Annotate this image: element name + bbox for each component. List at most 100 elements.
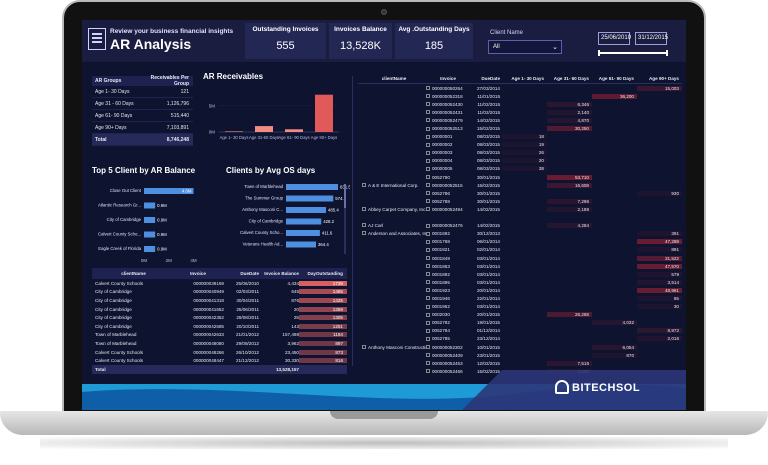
expand-icon[interactable]: [362, 223, 366, 228]
table-row[interactable]: 000000052430 11/02/2015 6,346: [358, 100, 682, 108]
expand-icon[interactable]: [426, 150, 430, 155]
table-row[interactable]: Calvert County Schools 000000048266 26/1…: [92, 348, 347, 357]
column-header[interactable]: DueDate: [224, 271, 259, 276]
expand-icon[interactable]: [362, 344, 366, 349]
expand-icon[interactable]: [426, 102, 430, 107]
expand-icon[interactable]: [426, 256, 430, 261]
expand-icon[interactable]: [426, 199, 430, 204]
column-header[interactable]: AR Groups: [92, 78, 140, 84]
table-row[interactable]: Calvert County Schools 000000039169 25/0…: [92, 279, 347, 288]
table-row[interactable]: 0052784 01/12/2014 8,972: [358, 327, 682, 335]
expand-icon[interactable]: [426, 223, 430, 228]
hbar[interactable]: [144, 231, 156, 238]
expand-icon[interactable]: [426, 110, 430, 115]
scrollbar-thumb[interactable]: [344, 184, 346, 208]
expand-icon[interactable]: [426, 353, 430, 358]
table-row[interactable]: 0001946 22/01/2014 65: [358, 294, 682, 302]
expand-icon[interactable]: [426, 328, 430, 333]
table-row[interactable]: 0052786 30/01/2015 930: [358, 189, 682, 197]
table-row[interactable]: 0052790 30/01/2015 53,710: [358, 173, 682, 181]
ar-bar[interactable]: [225, 131, 243, 132]
table-row[interactable]: 0001768 06/01/2014 47,289: [358, 238, 682, 246]
column-header[interactable]: Age 90+ Days: [637, 76, 682, 81]
table-row[interactable]: Abbey Carpet Company, Inc. 000000052494 14…: [358, 205, 682, 213]
table-row[interactable]: Town of Marblehead 000000048080 29/09/20…: [92, 339, 347, 348]
table-row[interactable]: 000000052453 12/02/2015 7,516: [358, 359, 682, 367]
table-row[interactable]: 00000005 08/03/2015 38: [358, 165, 682, 173]
date-to-input[interactable]: 31/12/2015: [635, 32, 668, 45]
table-row[interactable]: City of Cambridge 000000042585 20/10/201…: [92, 322, 347, 331]
expand-icon[interactable]: [426, 264, 430, 269]
expand-icon[interactable]: [426, 126, 430, 131]
hbar[interactable]: [286, 218, 322, 225]
expand-icon[interactable]: [426, 361, 430, 366]
expand-icon[interactable]: [426, 345, 430, 350]
table-row[interactable]: 00000001 08/03/2015 18: [358, 133, 682, 141]
expand-icon[interactable]: [426, 86, 430, 91]
expand-icon[interactable]: [426, 247, 430, 252]
client-filter-dropdown[interactable]: All ⌄: [488, 40, 562, 54]
hbar[interactable]: [144, 202, 156, 209]
expand-icon[interactable]: [362, 231, 366, 236]
expand-icon[interactable]: [426, 336, 430, 341]
expand-icon[interactable]: [426, 191, 430, 196]
table-row[interactable]: 0001849 03/01/2014 31,522: [358, 254, 682, 262]
table-row[interactable]: 0002030 20/01/2015 26,268: [358, 311, 682, 319]
hbar[interactable]: [286, 230, 320, 236]
table-row[interactable]: 0001892 03/01/2014 579: [358, 270, 682, 278]
table-row[interactable]: 000000052409 23/01/2015 870: [358, 351, 682, 359]
table-row[interactable]: 0052785 23/12/2014 2,016: [358, 335, 682, 343]
hbar[interactable]: [286, 207, 326, 213]
table-row[interactable]: Anderson and Associates, Inc. 0001692 30/1…: [358, 230, 682, 238]
table-row[interactable]: 000000052479 14/02/2015 4,870: [358, 116, 682, 124]
hbar[interactable]: [286, 195, 334, 202]
table-row[interactable]: 0052782 19/01/2015 4,032: [358, 319, 682, 327]
column-header[interactable]: DueDate: [470, 76, 502, 81]
column-header[interactable]: Invoice: [172, 271, 224, 276]
hbar[interactable]: [286, 184, 339, 190]
table-row[interactable]: 000000052318 11/01/2015 36,200: [358, 92, 682, 100]
table-row[interactable]: 00000004 08/03/2015 20: [358, 157, 682, 165]
table-row[interactable]: 0001895 03/01/2014 3,514: [358, 278, 682, 286]
column-header[interactable]: Age 1- 30 Days: [502, 76, 547, 81]
date-range-slider[interactable]: [598, 50, 668, 56]
table-row[interactable]: City of Cambridge 000000042352 29/08/201…: [92, 313, 347, 322]
expand-icon[interactable]: [426, 280, 430, 285]
table-row[interactable]: City of Cambridge 000000040949 02/03/201…: [92, 288, 347, 297]
column-header[interactable]: DayOutstanding: [299, 271, 347, 276]
table-row[interactable]: Calvert County Schools 000000048447 21/1…: [92, 356, 347, 365]
column-header[interactable]: Invoice Balance: [259, 271, 299, 276]
expand-icon[interactable]: [426, 175, 430, 180]
table-row[interactable]: 0001923 20/01/2014 48,961: [358, 286, 682, 294]
hbar[interactable]: [144, 246, 156, 252]
expand-icon[interactable]: [362, 182, 366, 187]
table-row[interactable]: City of Cambridge 000000041318 30/04/201…: [92, 296, 347, 305]
table-row[interactable]: 00000003 08/03/2015 26: [358, 149, 682, 157]
ar-bar[interactable]: [285, 129, 303, 132]
column-header[interactable]: Receivables Per Group: [140, 75, 193, 87]
table-row[interactable]: [358, 214, 682, 222]
expand-icon[interactable]: [426, 231, 430, 236]
expand-icon[interactable]: [426, 304, 430, 309]
column-header[interactable]: Age 31- 60 Days: [547, 76, 592, 81]
expand-icon[interactable]: [426, 312, 430, 317]
table-row[interactable]: 00000002 08/03/2015 19: [358, 141, 682, 149]
expand-icon[interactable]: [426, 320, 430, 325]
ar-bar[interactable]: [255, 126, 273, 132]
column-header[interactable]: clientName: [92, 271, 172, 276]
expand-icon[interactable]: [426, 142, 430, 147]
date-from-input[interactable]: 25/06/2010: [598, 32, 631, 45]
column-header[interactable]: Invoice: [426, 76, 470, 81]
table-row[interactable]: City of Cambridge 000000041652 25/06/201…: [92, 305, 347, 314]
table-row[interactable]: 0001853 03/01/2014 47,570: [358, 262, 682, 270]
table-row[interactable]: A & E International Corp. 000000052515 15/…: [358, 181, 682, 189]
expand-icon[interactable]: [426, 183, 430, 188]
table-row[interactable]: 000000052513 15/02/2015 30,250: [358, 124, 682, 132]
expand-icon[interactable]: [362, 206, 366, 211]
column-header[interactable]: clientName: [358, 76, 426, 81]
table-row[interactable]: Town of Marblehead 000000042633 21/01/20…: [92, 331, 347, 340]
expand-icon[interactable]: [426, 207, 430, 212]
table-row[interactable]: AJ Carl 000000052476 14/02/2015 4,284: [358, 222, 682, 230]
expand-icon[interactable]: [426, 288, 430, 293]
table-row[interactable]: 000000050264 27/03/2014 15,003: [358, 84, 682, 92]
